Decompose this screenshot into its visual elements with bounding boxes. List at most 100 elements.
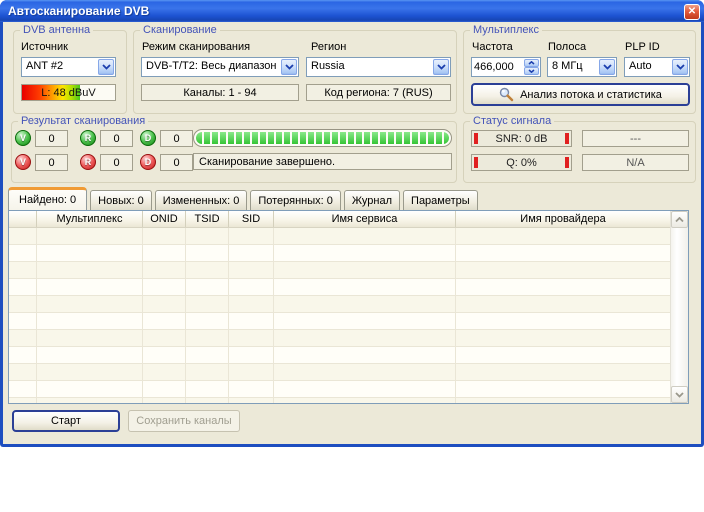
led-video-found: V	[15, 130, 31, 146]
channels-info-box: Каналы: 1 - 94	[141, 84, 299, 101]
led-letter: D	[145, 157, 152, 167]
tab-journal[interactable]: Журнал	[344, 190, 400, 210]
table-cell	[37, 381, 143, 397]
table-cell	[186, 364, 229, 380]
count-data-found: 0	[160, 130, 193, 147]
spin-up-icon[interactable]	[524, 59, 539, 67]
table-row[interactable]	[9, 381, 671, 398]
group-title-scanning: Сканирование	[140, 24, 220, 37]
table-row[interactable]	[9, 245, 671, 262]
group-multiplex: Мультиплекс Частота Полоса 8 МГц	[463, 30, 696, 114]
vertical-scrollbar[interactable]	[670, 211, 688, 403]
table-cell	[37, 313, 143, 329]
column-header-tsid[interactable]: TSID	[186, 211, 229, 227]
scan-mode-combobox-value: DVB-T/T2: Весь диапазон	[146, 60, 277, 72]
chevron-down-icon[interactable]	[98, 59, 114, 75]
led-letter: R	[85, 133, 92, 143]
tab-changed[interactable]: Измененных: 0	[155, 190, 248, 210]
group-signal-status: Статус сигнала SNR: 0 dB --- Q: 0% N/A	[463, 121, 696, 183]
frequency-input[interactable]	[474, 59, 518, 74]
column-header-sid[interactable]: SID	[229, 211, 274, 227]
table-cell	[456, 398, 671, 404]
table-cell	[9, 245, 37, 261]
column-header-service-name[interactable]: Имя сервиса	[274, 211, 456, 227]
table-cell	[274, 364, 456, 380]
group-scanning: Сканирование Режим сканирования DVB-T/T2…	[133, 30, 457, 114]
led-letter: V	[20, 133, 26, 143]
table-row[interactable]	[9, 228, 671, 245]
table-row[interactable]	[9, 313, 671, 330]
chevron-down-icon[interactable]	[599, 59, 615, 75]
scroll-up-icon[interactable]	[671, 211, 688, 228]
bandwidth-combobox[interactable]: 8 МГц	[547, 57, 617, 77]
tab-found[interactable]: Найдено: 0	[8, 187, 87, 210]
table-cell	[229, 364, 274, 380]
table-cell	[186, 347, 229, 363]
chevron-down-icon[interactable]	[281, 59, 297, 75]
table-row[interactable]	[9, 364, 671, 381]
table-cell	[456, 313, 671, 329]
table-cell	[229, 347, 274, 363]
frequency-spinbox[interactable]	[471, 57, 541, 77]
table-cell	[274, 347, 456, 363]
save-channels-button-label: Сохранить каналы	[136, 415, 231, 427]
table-cell	[143, 262, 186, 278]
chevron-down-icon[interactable]	[433, 59, 449, 75]
table-row[interactable]	[9, 279, 671, 296]
table-cell	[229, 228, 274, 244]
signal-level-meter: L: 48 dBuV	[21, 84, 116, 101]
plp-id-combobox[interactable]: Auto	[624, 57, 690, 77]
led-radio-found: R	[80, 130, 96, 146]
column-header-icon[interactable]	[9, 211, 37, 227]
tab-new[interactable]: Новых: 0	[90, 190, 152, 210]
table-cell	[229, 330, 274, 346]
table-cell	[9, 364, 37, 380]
table-cell	[37, 228, 143, 244]
table-cell	[186, 330, 229, 346]
group-title-signal-status: Статус сигнала	[470, 115, 554, 128]
table-cell	[9, 228, 37, 244]
table-row[interactable]	[9, 262, 671, 279]
table-cell	[143, 228, 186, 244]
titlebar[interactable]: Автосканирование DVB ✕	[0, 0, 704, 22]
tab-lost[interactable]: Потерянных: 0	[250, 190, 341, 210]
tab-parameters[interactable]: Параметры	[403, 190, 478, 210]
table-row[interactable]	[9, 347, 671, 364]
source-combobox[interactable]: ANT #2	[21, 57, 116, 77]
table-cell	[274, 398, 456, 404]
close-button[interactable]: ✕	[684, 4, 700, 20]
table-cell	[274, 330, 456, 346]
chevron-down-icon[interactable]	[672, 59, 688, 75]
table-cell	[229, 279, 274, 295]
table-cell	[37, 398, 143, 404]
table-cell	[186, 245, 229, 261]
group-title-multiplex: Мультиплекс	[470, 24, 542, 37]
column-header-onid[interactable]: ONID	[143, 211, 186, 227]
column-header-multiplex[interactable]: Мультиплекс	[37, 211, 143, 227]
snr-meter: SNR: 0 dB	[471, 130, 572, 147]
table-row[interactable]	[9, 296, 671, 313]
column-header-provider-name[interactable]: Имя провайдера	[456, 211, 671, 227]
table-cell	[37, 279, 143, 295]
table-cell	[9, 296, 37, 312]
region-combobox[interactable]: Russia	[306, 57, 451, 77]
led-data-found: D	[140, 130, 156, 146]
scan-mode-combobox[interactable]: DVB-T/T2: Весь диапазон	[141, 57, 299, 77]
start-button[interactable]: Старт	[12, 410, 120, 432]
table-cell	[229, 381, 274, 397]
group-scan-result: Результат сканирования V 0 R 0 D 0 V 0 R…	[11, 121, 457, 183]
table-cell	[9, 279, 37, 295]
table-cell	[456, 279, 671, 295]
table-cell	[143, 347, 186, 363]
spin-down-icon[interactable]	[524, 67, 539, 75]
source-combobox-value: ANT #2	[26, 60, 63, 72]
scroll-down-icon[interactable]	[671, 386, 688, 403]
table-cell	[186, 228, 229, 244]
table-row[interactable]	[9, 330, 671, 347]
table-row[interactable]	[9, 398, 671, 404]
analyze-stream-button[interactable]: Анализ потока и статистика	[471, 83, 690, 106]
table-cell	[229, 262, 274, 278]
table-cell	[456, 330, 671, 346]
table-cell	[9, 381, 37, 397]
led-data-lost: D	[140, 154, 156, 170]
